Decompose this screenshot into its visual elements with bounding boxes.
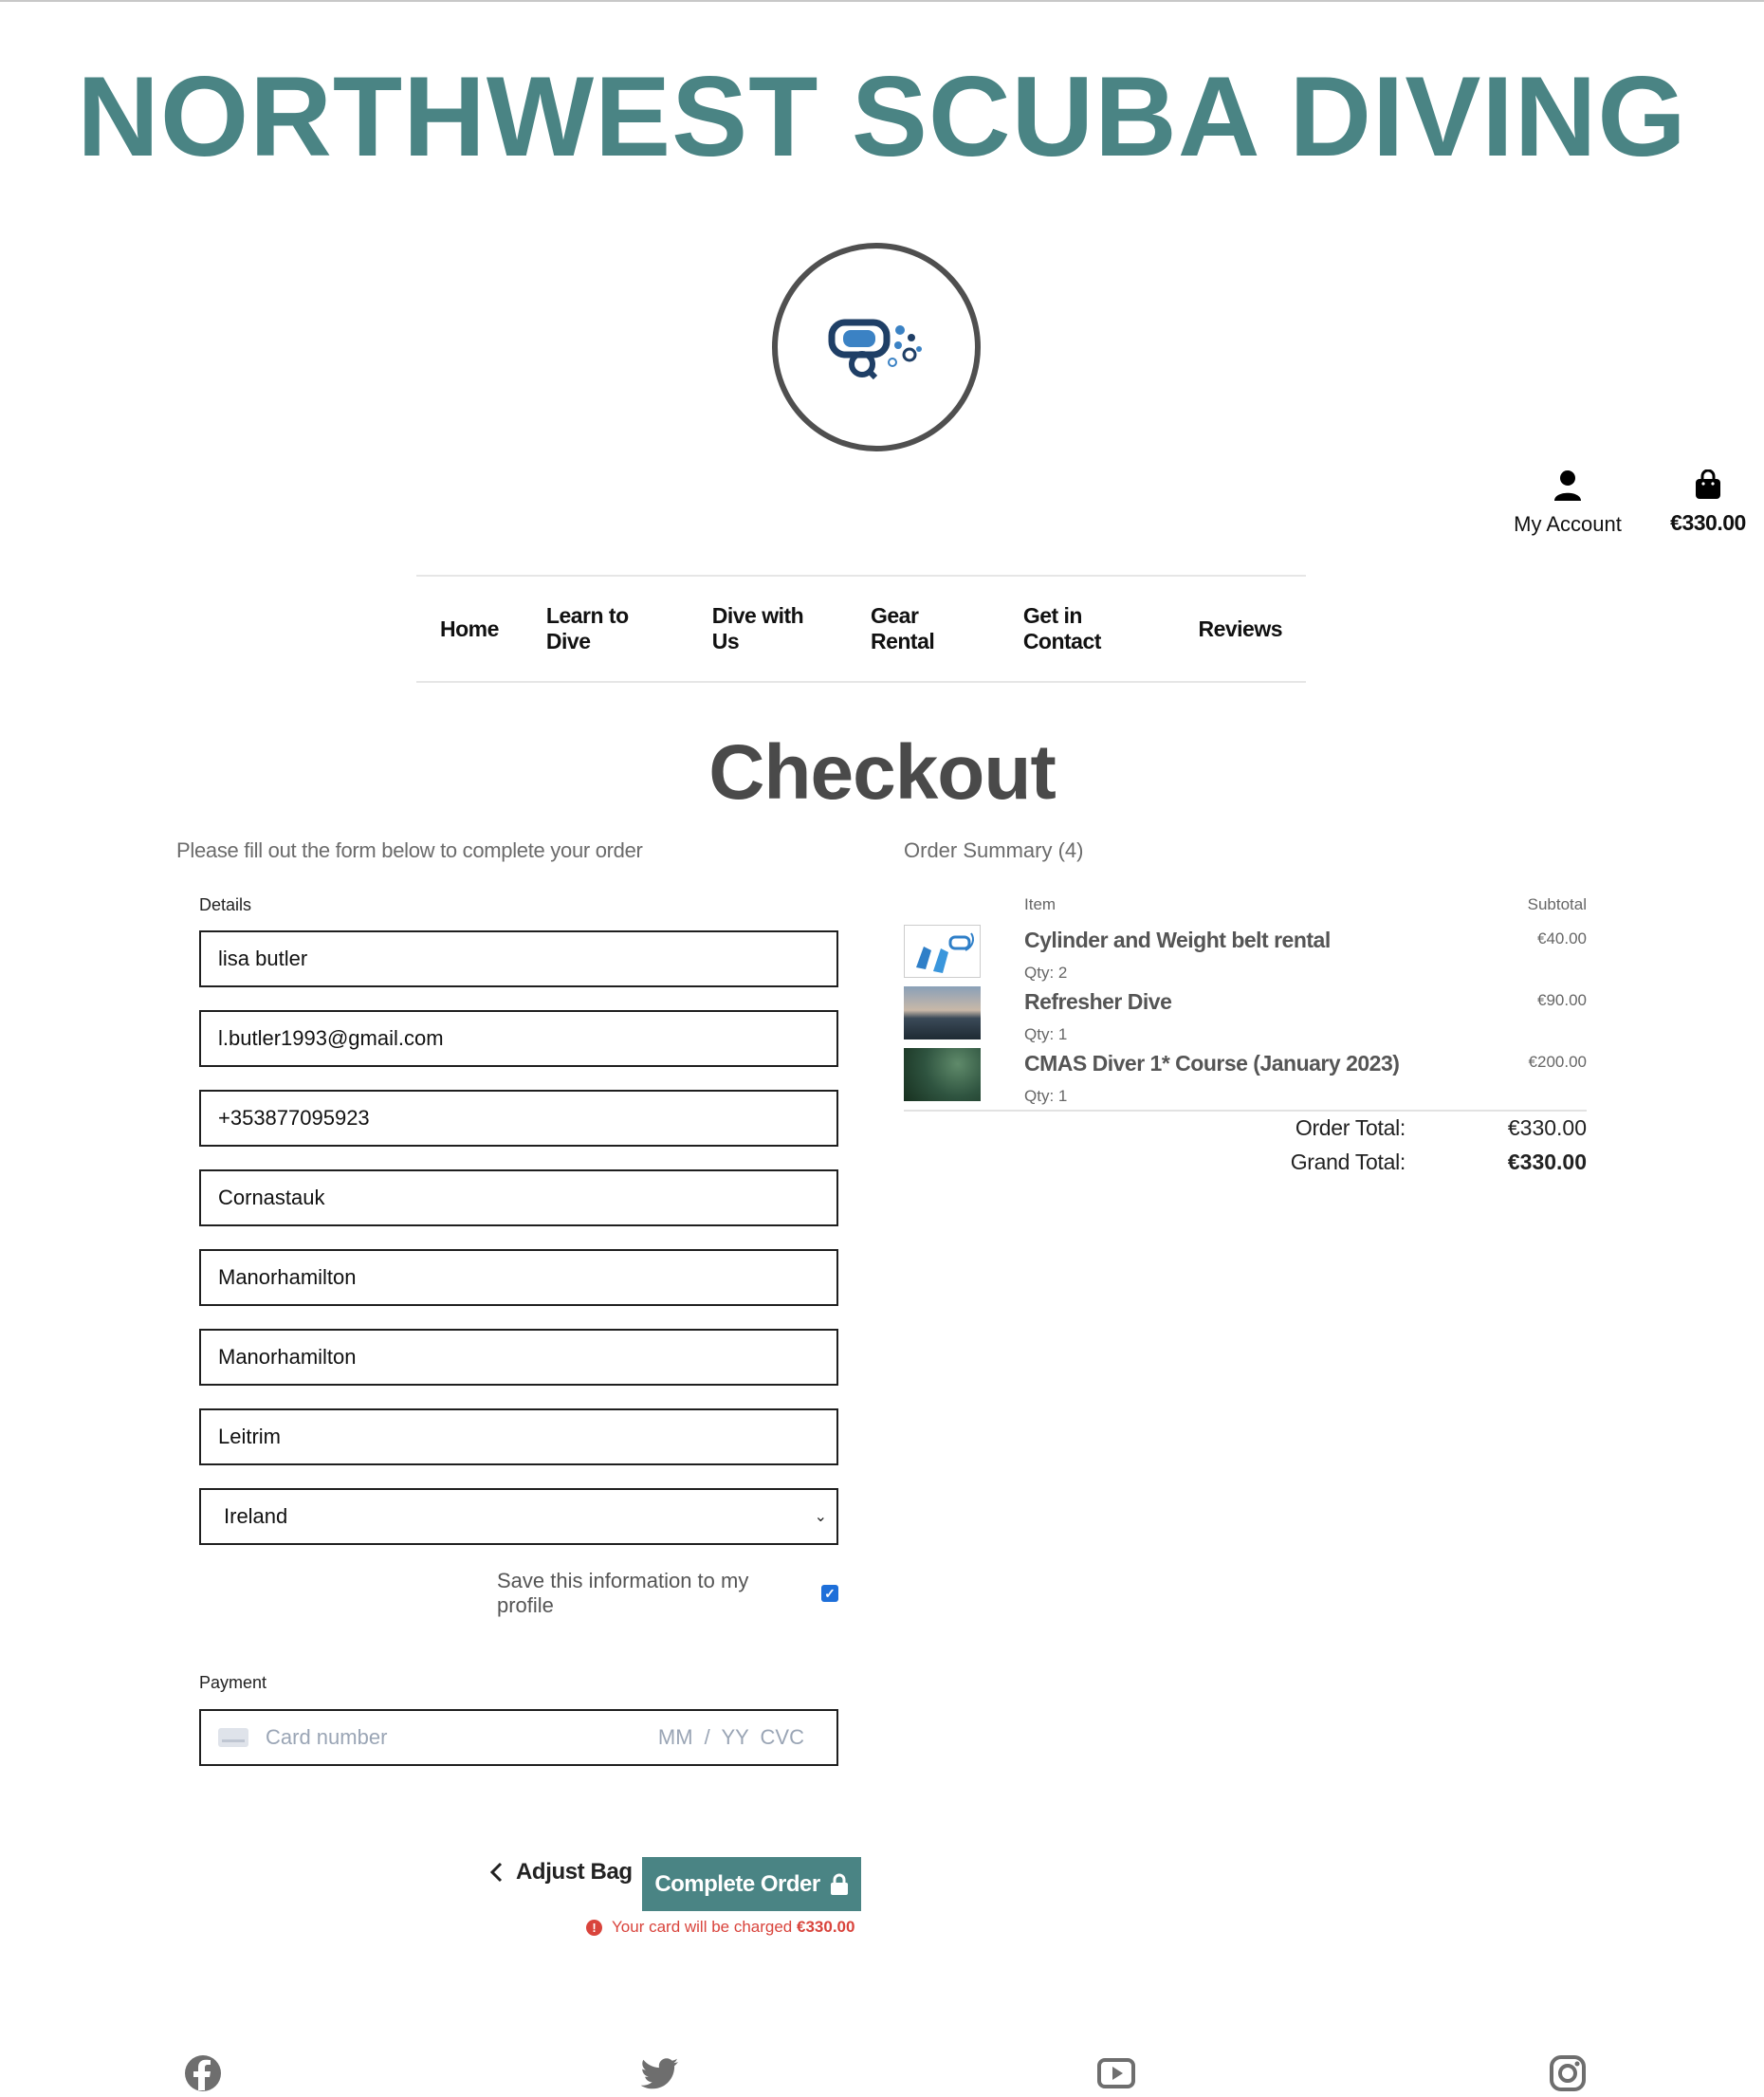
top-border [0,0,1764,2]
item-qty-3: Qty: 1 [1024,1087,1068,1105]
full-name-field[interactable]: lisa butler [199,930,838,987]
site-logo[interactable] [772,243,981,451]
card-number-placeholder: Card number [266,1725,388,1749]
expiry-cvc-placeholder: MM / YY CVC [657,1725,804,1749]
save-info-checkbox[interactable]: ✓ [821,1585,838,1602]
adjust-bag-label: Adjust Bag [516,1859,633,1885]
main-nav: Home Learn to Dive Dive with Us Gear Ren… [416,575,1306,683]
payment-label: Payment [199,1673,267,1692]
save-info-label: Save this information to my profile [497,1569,749,1617]
item-qty-1: Qty: 2 [1024,964,1068,982]
page-title: Checkout [708,729,1057,816]
sunset-divers-photo [904,986,981,1039]
county-field[interactable]: Leitrim [199,1408,838,1465]
underwater-diver-photo [904,1048,981,1101]
my-account-label: My Account [1514,512,1622,536]
save-info-row: Save this information to my profile ✓ [497,1569,838,1618]
form-intro: Please fill out the form below to comple… [176,838,643,862]
order-total-label: Order Total: [1295,1115,1406,1140]
nav-learn-to-dive[interactable]: Learn to Dive [523,603,689,654]
nav-get-in-contact[interactable]: Get in Contact [1000,603,1175,654]
charge-text: Your card will be charged €330.00 [612,1918,855,1936]
item-name-2: Refresher Dive [1024,989,1172,1014]
card-input[interactable]: Card number MM / YY CVC [199,1709,838,1766]
youtube-icon[interactable] [1097,2054,1135,2092]
grand-total-label: Grand Total: [1290,1150,1406,1174]
item-name-3: CMAS Diver 1* Course (January 2023) [1024,1051,1400,1076]
twitter-icon[interactable] [640,2054,678,2092]
item-qty-2: Qty: 1 [1024,1025,1068,1043]
item-name-1: Cylinder and Weight belt rental [1024,928,1331,952]
subtotal-column-header: Subtotal [1527,895,1587,913]
exclamation-circle-icon: ! [586,1919,602,1936]
country-select[interactable]: Ireland ⌄ [199,1488,838,1545]
nav-dive-with-us[interactable]: Dive with Us [689,603,847,654]
charge-amount: €330.00 [797,1918,855,1936]
shopping-bag-icon [1696,469,1720,499]
item-subtotal-1: €40.00 [1537,929,1587,947]
credit-card-icon [218,1728,248,1747]
nav-home[interactable]: Home [416,616,523,642]
details-label: Details [199,895,252,914]
grand-total-value: €330.00 [1507,1150,1587,1174]
chevron-down-icon: ⌄ [814,1509,827,1525]
charge-warning: ! Your card will be charged €330.00 [586,1918,854,1937]
nav-gear-rental[interactable]: Gear Rental [847,603,1000,654]
my-account-link[interactable]: My Account [1506,469,1629,545]
bag-total: €330.00 [1670,510,1746,535]
phone-field[interactable]: +353877095923 [199,1090,838,1147]
complete-order-button[interactable]: Complete Order [642,1857,861,1911]
complete-order-label: Complete Order [654,1870,820,1897]
user-icon [1554,470,1581,501]
scuba-mask-icon [828,319,922,380]
item-subtotal-3: €200.00 [1528,1053,1587,1071]
item-thumb-fins [904,925,981,978]
street-address-2-field[interactable]: Manorhamilton [199,1249,838,1306]
street-address-1-field[interactable]: Cornastauk [199,1169,838,1226]
instagram-icon[interactable] [1549,2054,1587,2092]
order-total-value: €330.00 [1507,1115,1587,1140]
facebook-icon[interactable] [184,2054,222,2092]
email-field[interactable]: l.butler1993@gmail.com [199,1010,838,1067]
country-value: Ireland [224,1504,288,1528]
shopping-bag-link[interactable]: €330.00 [1650,469,1764,545]
brand-title[interactable]: NORTHWEST SCUBA DIVING [0,55,1764,178]
chevron-left-icon [489,1862,503,1883]
town-city-field[interactable]: Manorhamilton [199,1329,838,1386]
lock-icon [830,1873,848,1895]
adjust-bag-link[interactable]: Adjust Bag [489,1859,633,1885]
summary-divider [904,1110,1587,1112]
item-column-header: Item [1024,895,1057,913]
fins-mask-icon [916,932,974,973]
item-subtotal-2: €90.00 [1537,991,1587,1009]
order-summary-title: Order Summary (4) [904,838,1084,862]
nav-reviews[interactable]: Reviews [1174,616,1306,642]
